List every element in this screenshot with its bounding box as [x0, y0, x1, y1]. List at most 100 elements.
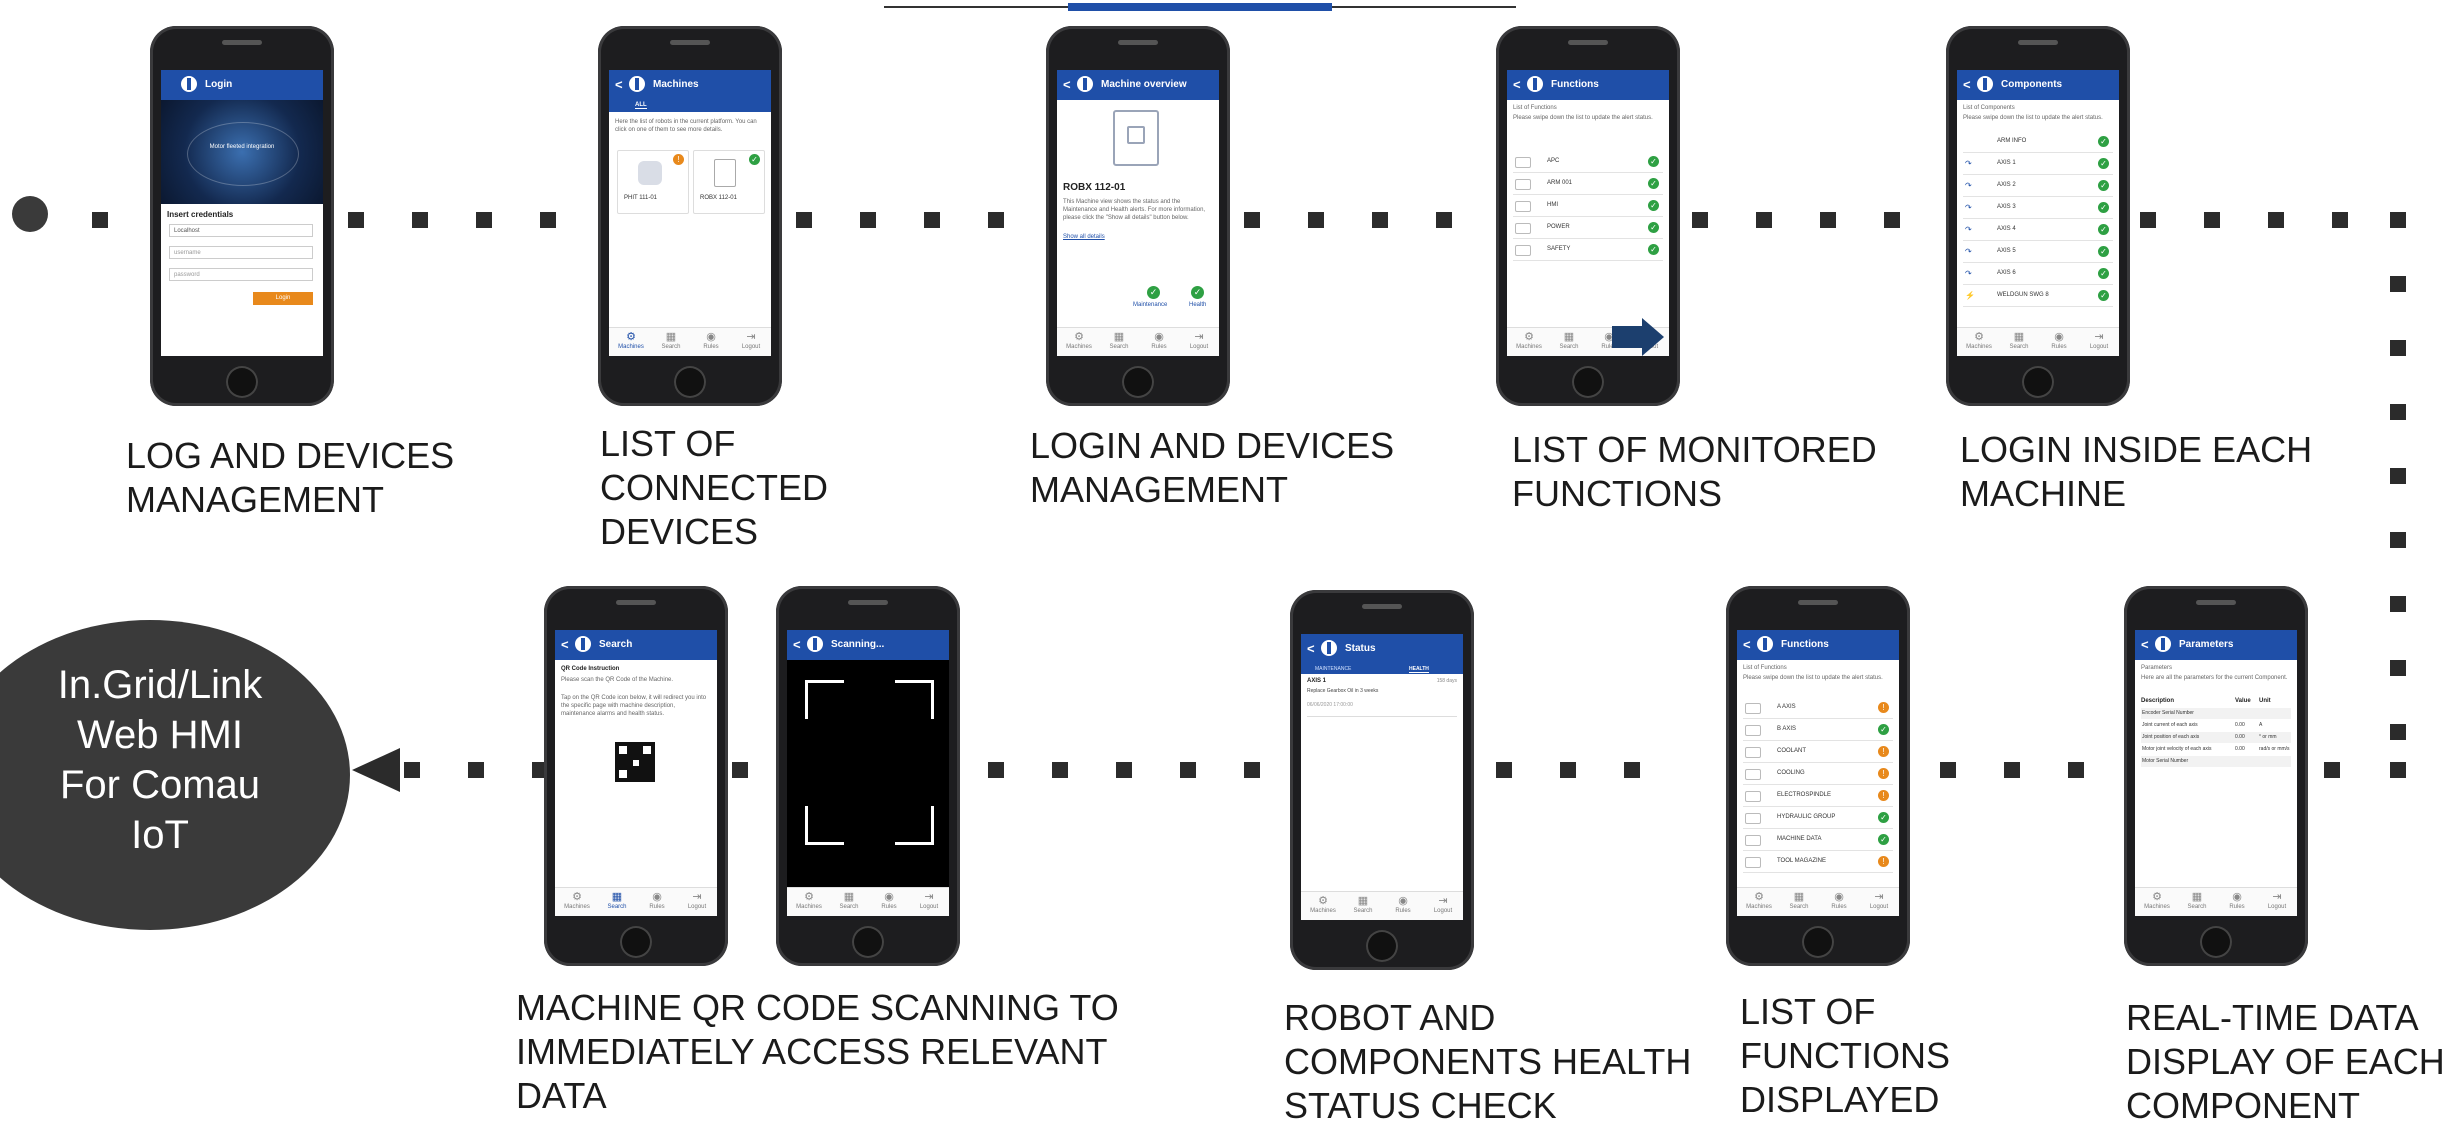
axis-icon: ↷ — [1965, 159, 1972, 168]
function-row[interactable]: SAFETY ✓ — [1513, 240, 1663, 261]
back-icon[interactable]: < — [615, 77, 623, 92]
tab-all[interactable]: ALL — [635, 102, 647, 109]
health-label[interactable]: Health — [1189, 302, 1206, 308]
tab-machines[interactable]: ⚙ Machines — [1959, 331, 1999, 350]
back-icon[interactable]: < — [793, 637, 801, 652]
function-row[interactable]: COOLING! — [1743, 764, 1893, 785]
phone-functions-top: < Functions List of Functions Please swi… — [1496, 26, 1680, 406]
tab-health[interactable]: HEALTH — [1409, 666, 1429, 673]
logout-icon: ⇥ — [746, 331, 756, 343]
back-icon[interactable]: < — [1963, 77, 1971, 92]
function-row[interactable]: HMI ✓ — [1513, 196, 1663, 217]
function-icon — [1745, 703, 1761, 714]
tab-logout[interactable]: ⇥ Logout — [677, 891, 717, 910]
tab-logout[interactable]: ⇥ Logout — [909, 891, 949, 910]
tab-logout[interactable]: ⇥ Logout — [1859, 891, 1899, 910]
tab-maintenance[interactable]: MAINTENANCE — [1315, 666, 1351, 672]
tab-label: Search — [839, 904, 859, 910]
function-row[interactable]: APC ✓ — [1513, 152, 1663, 173]
function-row[interactable]: POWER ✓ — [1513, 218, 1663, 239]
back-icon[interactable]: < — [1513, 77, 1521, 92]
tab-machines[interactable]: ⚙ Machines — [789, 891, 829, 910]
tab-machines[interactable]: ⚙ Machines — [2137, 891, 2177, 910]
function-row[interactable]: A AXIS! — [1743, 698, 1893, 719]
tab-machines[interactable]: ⚙ Machines — [1739, 891, 1779, 910]
tab-search[interactable]: ▦ Search — [2177, 891, 2217, 910]
show-all-details-link[interactable]: Show all details — [1063, 234, 1105, 240]
tab-machines[interactable]: ⚙ Machines — [1509, 331, 1549, 350]
phone-machines: < Machines ALL Here the list of robots i… — [598, 26, 782, 406]
tab-logout[interactable]: ⇥ Logout — [731, 331, 771, 350]
tab-machines[interactable]: ⚙ Machines — [1059, 331, 1099, 350]
flow-arrowhead — [352, 748, 400, 792]
tab-rules[interactable]: ◉ Rules — [1139, 331, 1179, 350]
function-row[interactable]: ARM 001 ✓ — [1513, 174, 1663, 195]
component-row[interactable]: ↷ AXIS 4 ✓ — [1963, 220, 2113, 241]
function-label: COOLING — [1777, 770, 1805, 776]
password-field[interactable]: password — [169, 268, 313, 281]
tab-rules[interactable]: ◉ Rules — [2039, 331, 2079, 350]
maintenance-label[interactable]: Maintenance — [1133, 302, 1167, 308]
machine-card-label: ROBX 112-01 — [700, 195, 737, 201]
top-divider-accent — [1068, 3, 1332, 11]
function-row[interactable]: B AXIS ✓ — [1743, 720, 1893, 741]
machine-card[interactable]: ! PHIT 111-01 — [617, 150, 689, 214]
machine-card[interactable]: ✓ ROBX 112-01 — [693, 150, 765, 214]
component-row[interactable]: ↷ AXIS 2 ✓ — [1963, 176, 2113, 197]
qr-code-icon[interactable] — [615, 742, 655, 782]
tab-rules[interactable]: ◉ Rules — [637, 891, 677, 910]
tab-logout[interactable]: ⇥ Logout — [2079, 331, 2119, 350]
tab-search[interactable]: ▦ Search — [829, 891, 869, 910]
function-label: ARM 001 — [1547, 180, 1573, 186]
comau-logo-icon — [181, 76, 197, 92]
function-row[interactable]: TOOL MAGAZINE! — [1743, 852, 1893, 873]
tab-logout[interactable]: ⇥ Logout — [1423, 895, 1463, 914]
tab-rules[interactable]: ◉ Rules — [691, 331, 731, 350]
username-field[interactable]: username — [169, 246, 313, 259]
tab-search[interactable]: ▦ Search — [1549, 331, 1589, 350]
tab-search[interactable]: ▦ Search — [597, 891, 637, 910]
tab-rules[interactable]: ◉ Rules — [869, 891, 909, 910]
back-icon[interactable]: < — [561, 637, 569, 652]
tab-rules[interactable]: ◉ Rules — [2217, 891, 2257, 910]
login-button[interactable]: Login — [253, 292, 313, 305]
tab-search[interactable]: ▦ Search — [1343, 895, 1383, 914]
tab-label: Rules — [2229, 904, 2245, 910]
component-row[interactable]: ↷ AXIS 3 ✓ — [1963, 198, 2113, 219]
function-row[interactable]: HYDRAULIC GROUP ✓ — [1743, 808, 1893, 829]
back-icon[interactable]: < — [1743, 637, 1751, 652]
tab-logout[interactable]: ⇥ Logout — [2257, 891, 2297, 910]
component-row[interactable]: ↷ AXIS 6 ✓ — [1963, 264, 2113, 285]
tab-machines[interactable]: ⚙ Machines — [1303, 895, 1343, 914]
function-row[interactable]: ELECTROSPINDLE! — [1743, 786, 1893, 807]
tab-rules[interactable]: ◉ Rules — [1383, 895, 1423, 914]
tab-search[interactable]: ▦ Search — [1779, 891, 1819, 910]
check-icon: ✓ — [2098, 224, 2109, 235]
component-label: AXIS 4 — [1997, 226, 2016, 232]
app-header: < Status — [1301, 634, 1463, 664]
function-row[interactable]: COOLANT! — [1743, 742, 1893, 763]
component-row[interactable]: ARM INFO ✓ — [1963, 132, 2113, 153]
tab-label: Rules — [1831, 904, 1847, 910]
back-icon[interactable]: < — [2141, 637, 2149, 652]
tab-machines[interactable]: ⚙ Machines — [611, 331, 651, 350]
tab-machines[interactable]: ⚙ Machines — [557, 891, 597, 910]
tab-search[interactable]: ▦ Search — [1099, 331, 1139, 350]
search-screen: < Search QR Code Instruction Please scan… — [555, 630, 717, 916]
component-row[interactable]: ⚡ WELDGUN SWG 8 ✓ — [1963, 286, 2113, 307]
component-row[interactable]: ↷ AXIS 1 ✓ — [1963, 154, 2113, 175]
host-field[interactable]: Localhost — [169, 224, 313, 237]
back-icon[interactable]: < — [1063, 77, 1071, 92]
param-desc: Motor joint velocity of each axis — [2142, 746, 2212, 752]
back-icon[interactable]: < — [1307, 641, 1315, 656]
tab-search[interactable]: ▦ Search — [1999, 331, 2039, 350]
tab-rules[interactable]: ◉ Rules — [1819, 891, 1859, 910]
check-icon: ✓ — [2098, 290, 2109, 301]
flow-dot — [2004, 762, 2020, 778]
component-row[interactable]: ↷ AXIS 5 ✓ — [1963, 242, 2113, 263]
tab-search[interactable]: ▦ Search — [651, 331, 691, 350]
tab-logout[interactable]: ⇥ Logout — [1179, 331, 1219, 350]
function-row[interactable]: MACHINE DATA ✓ — [1743, 830, 1893, 851]
alert-item[interactable]: AXIS 1 158 days Replace Gearbox Oil in 3… — [1307, 678, 1457, 717]
param-value: 0.00 — [2235, 734, 2245, 740]
